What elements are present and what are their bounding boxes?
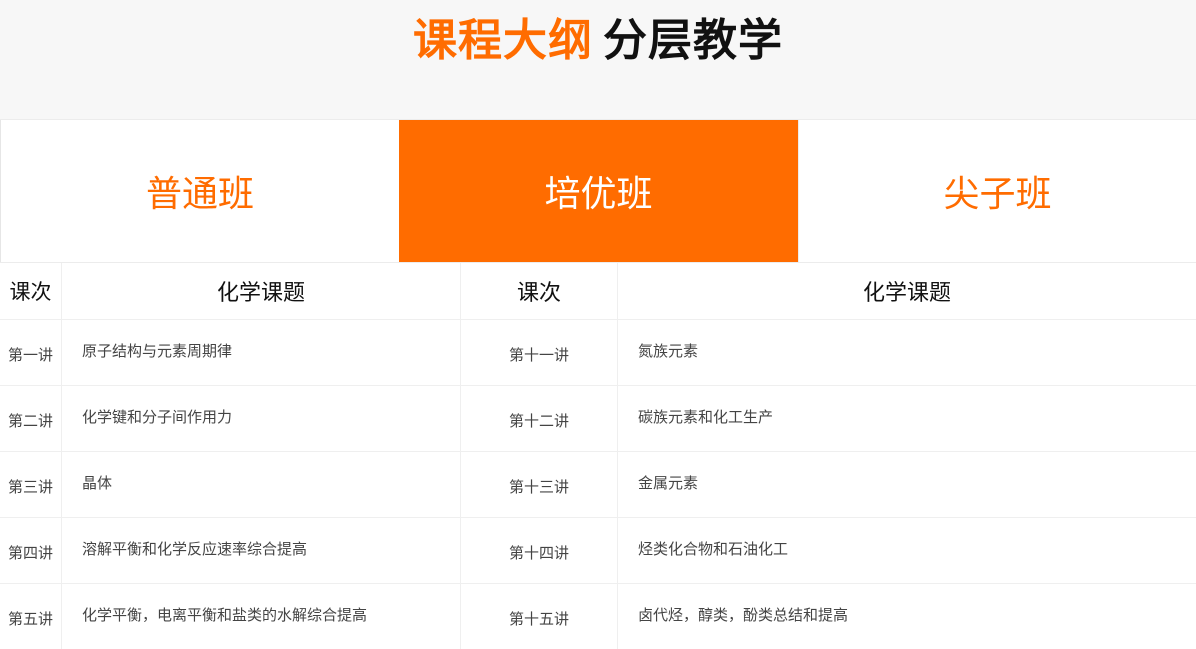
- page-title: 课程大纲 分层教学: [0, 14, 1196, 68]
- lesson-number: 第十五讲: [461, 584, 618, 649]
- tab-advanced-class[interactable]: 培优班: [399, 120, 798, 262]
- lesson-topic: 原子结构与元素周期律: [62, 320, 461, 385]
- lesson-number: 第四讲: [0, 518, 62, 583]
- lesson-topic: 化学平衡，电离平衡和盐类的水解综合提高: [62, 584, 461, 649]
- lesson-number: 第十四讲: [461, 518, 618, 583]
- lesson-number: 第十三讲: [461, 452, 618, 517]
- table-row: 第一讲 原子结构与元素周期律 第十一讲 氮族元素: [0, 320, 1196, 386]
- table-row: 第五讲 化学平衡，电离平衡和盐类的水解综合提高 第十五讲 卤代烃，醇类，酚类总结…: [0, 584, 1196, 649]
- class-level-tabs: 普通班 培优班 尖子班: [0, 120, 1196, 263]
- table-header-row: 课次 化学课题 课次 化学课题: [0, 263, 1196, 320]
- title-accent: 课程大纲: [413, 15, 593, 66]
- header-topic-a: 化学课题: [62, 263, 461, 319]
- lesson-topic: 金属元素: [638, 474, 699, 492]
- lesson-number: 第五讲: [0, 584, 62, 649]
- page-header: 课程大纲 分层教学: [0, 0, 1196, 120]
- title-plain: 分层教学: [603, 15, 783, 66]
- lesson-number: 第三讲: [0, 452, 62, 517]
- header-lesson-b: 课次: [461, 263, 618, 319]
- tab-regular-class[interactable]: 普通班: [0, 120, 399, 262]
- lesson-topic: 溶解平衡和化学反应速率综合提高: [62, 518, 461, 583]
- lesson-topic: 碳族元素和化工生产: [638, 408, 774, 426]
- lesson-number: 第十一讲: [461, 320, 618, 385]
- tab-top-class[interactable]: 尖子班: [798, 120, 1196, 262]
- lesson-topic: 氮族元素: [638, 342, 699, 360]
- lesson-number: 第一讲: [0, 320, 62, 385]
- lesson-number: 第二讲: [0, 386, 62, 451]
- header-lesson-a: 课次: [0, 263, 62, 319]
- header-topic-b: 化学课题: [862, 281, 951, 306]
- lesson-topic: 烃类化合物和石油化工: [638, 540, 789, 558]
- table-row: 第二讲 化学键和分子间作用力 第十二讲 碳族元素和化工生产: [0, 386, 1196, 452]
- table-row: 第三讲 晶体 第十三讲 金属元素: [0, 452, 1196, 518]
- lesson-number: 第十二讲: [461, 386, 618, 451]
- lesson-topic: 卤代烃，醇类，酚类总结和提高: [638, 606, 849, 624]
- lesson-topic: 晶体: [62, 452, 461, 517]
- lesson-topic: 化学键和分子间作用力: [62, 386, 461, 451]
- table-row: 第四讲 溶解平衡和化学反应速率综合提高 第十四讲 烃类化合物和石油化工: [0, 518, 1196, 584]
- syllabus-table: 课次 化学课题 课次 化学课题 第一讲 原子结构与元素周期律 第十一讲 氮族元素…: [0, 263, 1196, 649]
